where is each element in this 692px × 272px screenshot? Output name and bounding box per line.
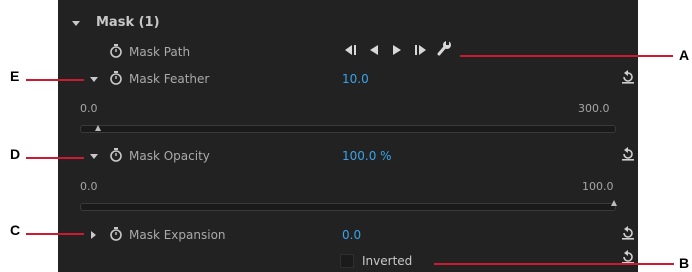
wrench-icon[interactable] xyxy=(436,40,452,57)
opacity-slider-track[interactable] xyxy=(80,203,616,211)
opacity-expand-triangle[interactable] xyxy=(90,154,98,159)
stopwatch-icon[interactable] xyxy=(110,227,122,241)
callout-label-c: C xyxy=(10,222,21,238)
mask-feather-label: Mask Feather xyxy=(129,72,210,86)
callout-line-c xyxy=(26,233,84,235)
stopwatch-icon[interactable] xyxy=(110,148,122,162)
feather-expand-triangle[interactable] xyxy=(90,77,98,82)
opacity-slider-max: 100.0 xyxy=(582,180,614,193)
mask-feather-value[interactable]: 10.0 xyxy=(342,72,369,86)
reset-icon[interactable] xyxy=(621,250,635,264)
mask-opacity-label: Mask Opacity xyxy=(129,149,210,163)
callout-label-d: D xyxy=(10,146,21,162)
callout-label-e: E xyxy=(10,68,20,84)
expansion-expand-triangle[interactable] xyxy=(91,231,96,239)
callout-line-a xyxy=(460,55,673,57)
mask-expansion-value[interactable]: 0.0 xyxy=(342,228,361,242)
track-forward-icon[interactable] xyxy=(391,44,403,56)
callout-line-e xyxy=(26,79,84,81)
inverted-label: Inverted xyxy=(362,254,413,268)
reset-icon[interactable] xyxy=(621,70,635,84)
track-backward-icon[interactable] xyxy=(368,44,380,56)
mask-expansion-label: Mask Expansion xyxy=(129,228,226,242)
feather-slider-track[interactable] xyxy=(80,125,616,133)
stopwatch-icon[interactable] xyxy=(110,71,122,85)
track-backward-one-frame-icon[interactable] xyxy=(344,44,358,56)
reset-icon[interactable] xyxy=(621,147,635,161)
mask-title: Mask (1) xyxy=(96,15,160,30)
opacity-slider-min: 0.0 xyxy=(80,180,98,193)
reset-icon[interactable] xyxy=(621,226,635,240)
feather-slider-min: 0.0 xyxy=(80,102,98,115)
callout-label-a: A xyxy=(679,47,690,63)
mask-collapse-triangle[interactable] xyxy=(72,21,80,26)
mask-path-label: Mask Path xyxy=(129,45,191,59)
opacity-slider-handle[interactable] xyxy=(611,200,617,206)
stopwatch-icon[interactable] xyxy=(110,44,122,58)
callout-line-b xyxy=(434,263,674,265)
callout-label-b: B xyxy=(679,255,690,271)
feather-slider-handle[interactable] xyxy=(95,125,101,131)
callout-line-d xyxy=(26,157,84,159)
inverted-checkbox[interactable] xyxy=(340,254,354,268)
effect-controls-panel: Mask (1) Mask Path Mask Feather 10.0 0.0… xyxy=(58,0,638,272)
mask-opacity-value[interactable]: 100.0 % xyxy=(342,149,392,163)
track-forward-one-frame-icon[interactable] xyxy=(413,44,427,56)
feather-slider-max: 300.0 xyxy=(578,102,610,115)
